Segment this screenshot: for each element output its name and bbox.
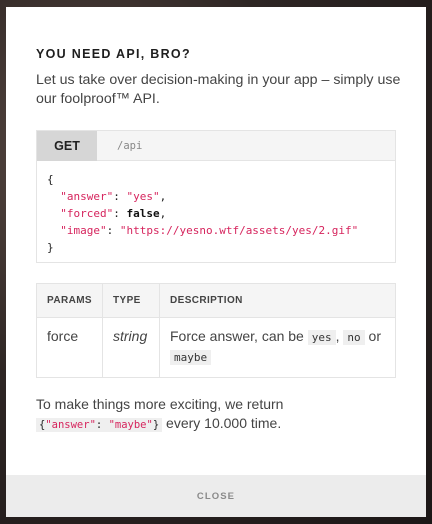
param-name: force	[36, 317, 103, 378]
request-bar: GET /api	[37, 130, 395, 161]
table-row: force string Force answer, can be yes, n…	[36, 317, 396, 378]
params-table: PARAMS TYPE DESCRIPTION force string For…	[36, 283, 396, 378]
code-value: "maybe"	[108, 419, 153, 431]
json-colon: :	[113, 207, 127, 220]
json-key: "forced"	[60, 207, 114, 220]
separator: or	[364, 328, 381, 344]
json-close-brace: }	[47, 241, 54, 254]
header-type: TYPE	[102, 283, 160, 318]
code-brace: }	[152, 419, 160, 431]
json-value: false	[126, 207, 160, 220]
json-key: "answer"	[60, 190, 114, 203]
close-button[interactable]: CLOSE	[6, 475, 426, 517]
maybe-code: {"answer": "maybe"}	[36, 418, 163, 432]
option-chip: no	[343, 330, 365, 345]
json-comma: ,	[159, 207, 167, 220]
maybe-note: To make things more exciting, we return …	[36, 395, 406, 435]
api-example: GET /api { "answer": "yes", "forced": fa…	[36, 130, 396, 263]
http-method-badge: GET	[37, 130, 97, 161]
json-colon: :	[106, 224, 120, 237]
table-header-row: PARAMS TYPE DESCRIPTION	[36, 283, 396, 318]
json-value: "https://yesno.wtf/assets/yes/2.gif"	[119, 224, 359, 237]
option-chip: yes	[307, 330, 336, 345]
json-value: "yes"	[126, 190, 160, 203]
modal-intro: Let us take over decision-making in your…	[36, 72, 401, 107]
description-text: Force answer, can be	[170, 328, 308, 344]
json-colon: :	[113, 190, 127, 203]
endpoint-path: /api	[117, 139, 143, 152]
header-params: PARAMS	[36, 283, 103, 318]
json-open-brace: {	[47, 173, 54, 186]
modal-title: YOU NEED API, BRO?	[36, 47, 191, 61]
response-json: { "answer": "yes", "forced": false, "ima…	[37, 161, 395, 256]
param-description: Force answer, can be yes, no or maybe	[159, 317, 396, 378]
note-text: To make things more exciting, we return	[36, 396, 284, 412]
note-text-end: every 10.000 time.	[162, 415, 282, 431]
code-colon: :	[95, 419, 109, 431]
json-comma: ,	[159, 190, 167, 203]
option-chip: maybe	[170, 350, 212, 365]
header-description: DESCRIPTION	[159, 283, 396, 318]
code-key: "answer"	[45, 419, 96, 431]
api-modal: YOU NEED API, BRO? Let us take over deci…	[6, 7, 426, 517]
json-key: "image"	[60, 224, 107, 237]
param-type: string	[102, 317, 160, 378]
